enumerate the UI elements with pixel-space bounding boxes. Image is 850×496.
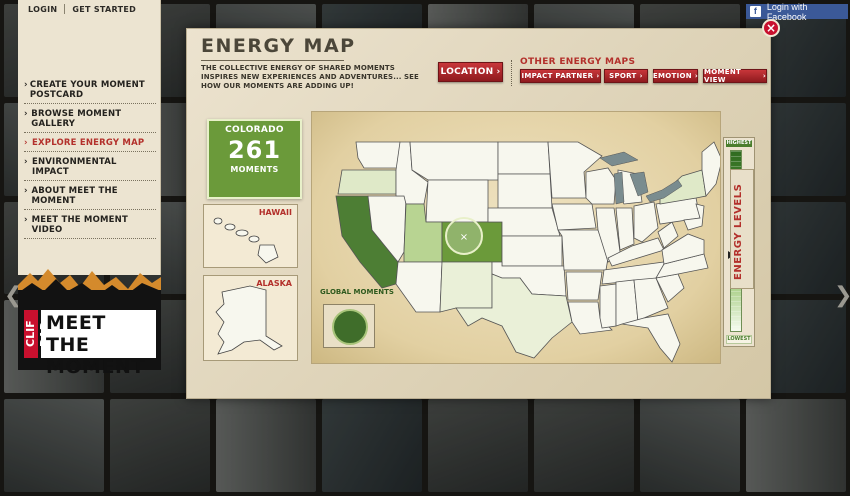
- state-montana: [409, 141, 499, 181]
- state-new-mexico: [439, 261, 493, 313]
- energy-map-panel: ENERGY MAP THE COLLECTIVE ENERGY OF SHAR…: [186, 28, 771, 399]
- nav-divider: [64, 4, 66, 14]
- menu-item-label: ENVIRONMENTAL IMPACT: [31, 157, 117, 177]
- login-link[interactable]: LOGIN: [28, 5, 57, 14]
- chevron-right-icon: ›: [496, 67, 501, 77]
- facebook-login-button[interactable]: f Login with Facebook: [746, 1, 848, 22]
- scale-highest-label: HIGHEST: [726, 140, 752, 147]
- state-north-dakota: [497, 141, 551, 175]
- selected-state-count: 261: [227, 136, 282, 164]
- menu-item-label: MEET THE MOMENT VIDEO: [31, 215, 128, 235]
- hawaii-label: HAWAII: [258, 208, 292, 217]
- state-south-dakota: [497, 173, 553, 209]
- state-wyoming: [425, 179, 489, 223]
- chevron-right-icon: ›: [596, 72, 600, 80]
- clif-bar-logo: CLIF BAR: [24, 310, 51, 358]
- state-kansas: [501, 235, 563, 267]
- menu-item-label: BROWSE MOMENT GALLERY: [31, 109, 122, 129]
- facebook-login-label: Login with Facebook: [766, 1, 808, 22]
- chevron-right-icon: ›: [694, 72, 699, 80]
- moment-view-button[interactable]: MOMENT VIEW ›: [703, 68, 767, 84]
- selected-state-unit: MOMENTS: [230, 165, 279, 174]
- impact-partner-button[interactable]: IMPACT PARTNER ›: [520, 69, 601, 83]
- location-button[interactable]: LOCATION ›: [438, 62, 503, 82]
- state-ohio: [633, 201, 659, 243]
- location-button-label: LOCATION: [440, 67, 494, 77]
- lake-michigan: [613, 171, 625, 205]
- hawaii-inset[interactable]: HAWAII: [203, 204, 298, 268]
- state-wisconsin: [585, 167, 617, 205]
- state-washington: [355, 141, 401, 169]
- state-iowa: [551, 203, 597, 231]
- menu-item-browse-gallery[interactable]: › BROWSE MOMENT GALLERY: [24, 107, 156, 133]
- state-mississippi: [599, 283, 617, 329]
- page-title: ENERGY MAP: [201, 35, 356, 57]
- alaska-label: ALASKA: [256, 279, 292, 288]
- alaska-map: [215, 285, 283, 355]
- chevron-right-icon: ›: [24, 138, 28, 148]
- meet-the-moment-logo: MEET THE MOMENT: [41, 310, 156, 378]
- globe-icon: [332, 309, 368, 345]
- emotion-button[interactable]: EMOTION ›: [653, 69, 698, 83]
- facebook-icon: f: [750, 6, 761, 17]
- menu-item-label: EXPLORE ENERGY MAP: [32, 138, 145, 148]
- close-icon[interactable]: ×: [762, 19, 780, 37]
- menu-item-label: CREATE YOUR MOMENT POSTCARD: [29, 80, 145, 100]
- state-new-england: [701, 141, 720, 197]
- alaska-inset[interactable]: ALASKA: [203, 275, 298, 361]
- title-underline: [201, 60, 344, 61]
- selected-state-name: COLORADO: [225, 125, 284, 135]
- logo-line-1: MEET THE: [46, 312, 106, 356]
- state-arizona: [395, 261, 443, 313]
- menu-item-environmental-impact[interactable]: › ENVIRONMENTAL IMPACT: [24, 155, 156, 181]
- logo-line-2: MOMENT: [46, 356, 145, 378]
- chevron-right-icon: ›: [24, 109, 28, 119]
- menu-item-video[interactable]: › MEET THE MOMENT VIDEO: [24, 213, 156, 239]
- chevron-right-icon: ›: [24, 215, 28, 225]
- chevron-right-icon: ›: [639, 72, 643, 80]
- menu-item-label: ABOUT MEET THE MOMENT: [31, 186, 118, 206]
- state-arkansas: [565, 271, 603, 301]
- sport-button[interactable]: SPORT ›: [604, 69, 648, 83]
- sidebar-menu: › CREATE YOUR MOMENT POSTCARD › BROWSE M…: [24, 78, 156, 242]
- impact-partner-label: IMPACT PARTNER: [521, 72, 594, 80]
- top-nav: LOGIN GET STARTED: [18, 0, 160, 18]
- menu-item-about[interactable]: › ABOUT MEET THE MOMENT: [24, 184, 156, 210]
- chevron-right-icon[interactable]: ❯: [834, 283, 850, 308]
- global-moments-button[interactable]: [323, 304, 375, 348]
- sport-label: SPORT: [609, 72, 637, 80]
- chevron-right-icon: ›: [24, 186, 28, 196]
- scale-lowest-label: LOWEST: [726, 335, 752, 344]
- emotion-label: EMOTION: [652, 72, 692, 80]
- sidebar: LOGIN GET STARTED › CREATE YOUR MOMENT P…: [18, 0, 161, 275]
- get-started-link[interactable]: GET STARTED: [72, 5, 136, 14]
- moment-view-label: MOMENT VIEW: [704, 68, 742, 84]
- brand-block[interactable]: CLIF BAR MEET THE MOMENT: [18, 290, 161, 378]
- vertical-divider: [511, 60, 512, 86]
- menu-item-create-postcard[interactable]: › CREATE YOUR MOMENT POSTCARD: [24, 78, 156, 104]
- zoom-target-icon: ×: [460, 232, 468, 243]
- energy-levels-title: ENERGY LEVELS: [733, 183, 744, 281]
- chevron-right-icon: ›: [24, 157, 28, 167]
- other-maps-title: OTHER ENERGY MAPS: [520, 57, 636, 67]
- panel-subtitle: THE COLLECTIVE ENERGY OF SHARED MOMENTS …: [201, 64, 419, 90]
- chevron-right-icon: ›: [762, 72, 766, 80]
- state-oregon: [337, 169, 397, 195]
- lake-superior: [599, 151, 639, 167]
- selected-state-box[interactable]: COLORADO 261 MOMENTS: [207, 119, 302, 199]
- menu-item-explore-energy-map[interactable]: › EXPLORE ENERGY MAP: [24, 136, 156, 152]
- global-moments-label: GLOBAL MOMENTS: [320, 288, 394, 296]
